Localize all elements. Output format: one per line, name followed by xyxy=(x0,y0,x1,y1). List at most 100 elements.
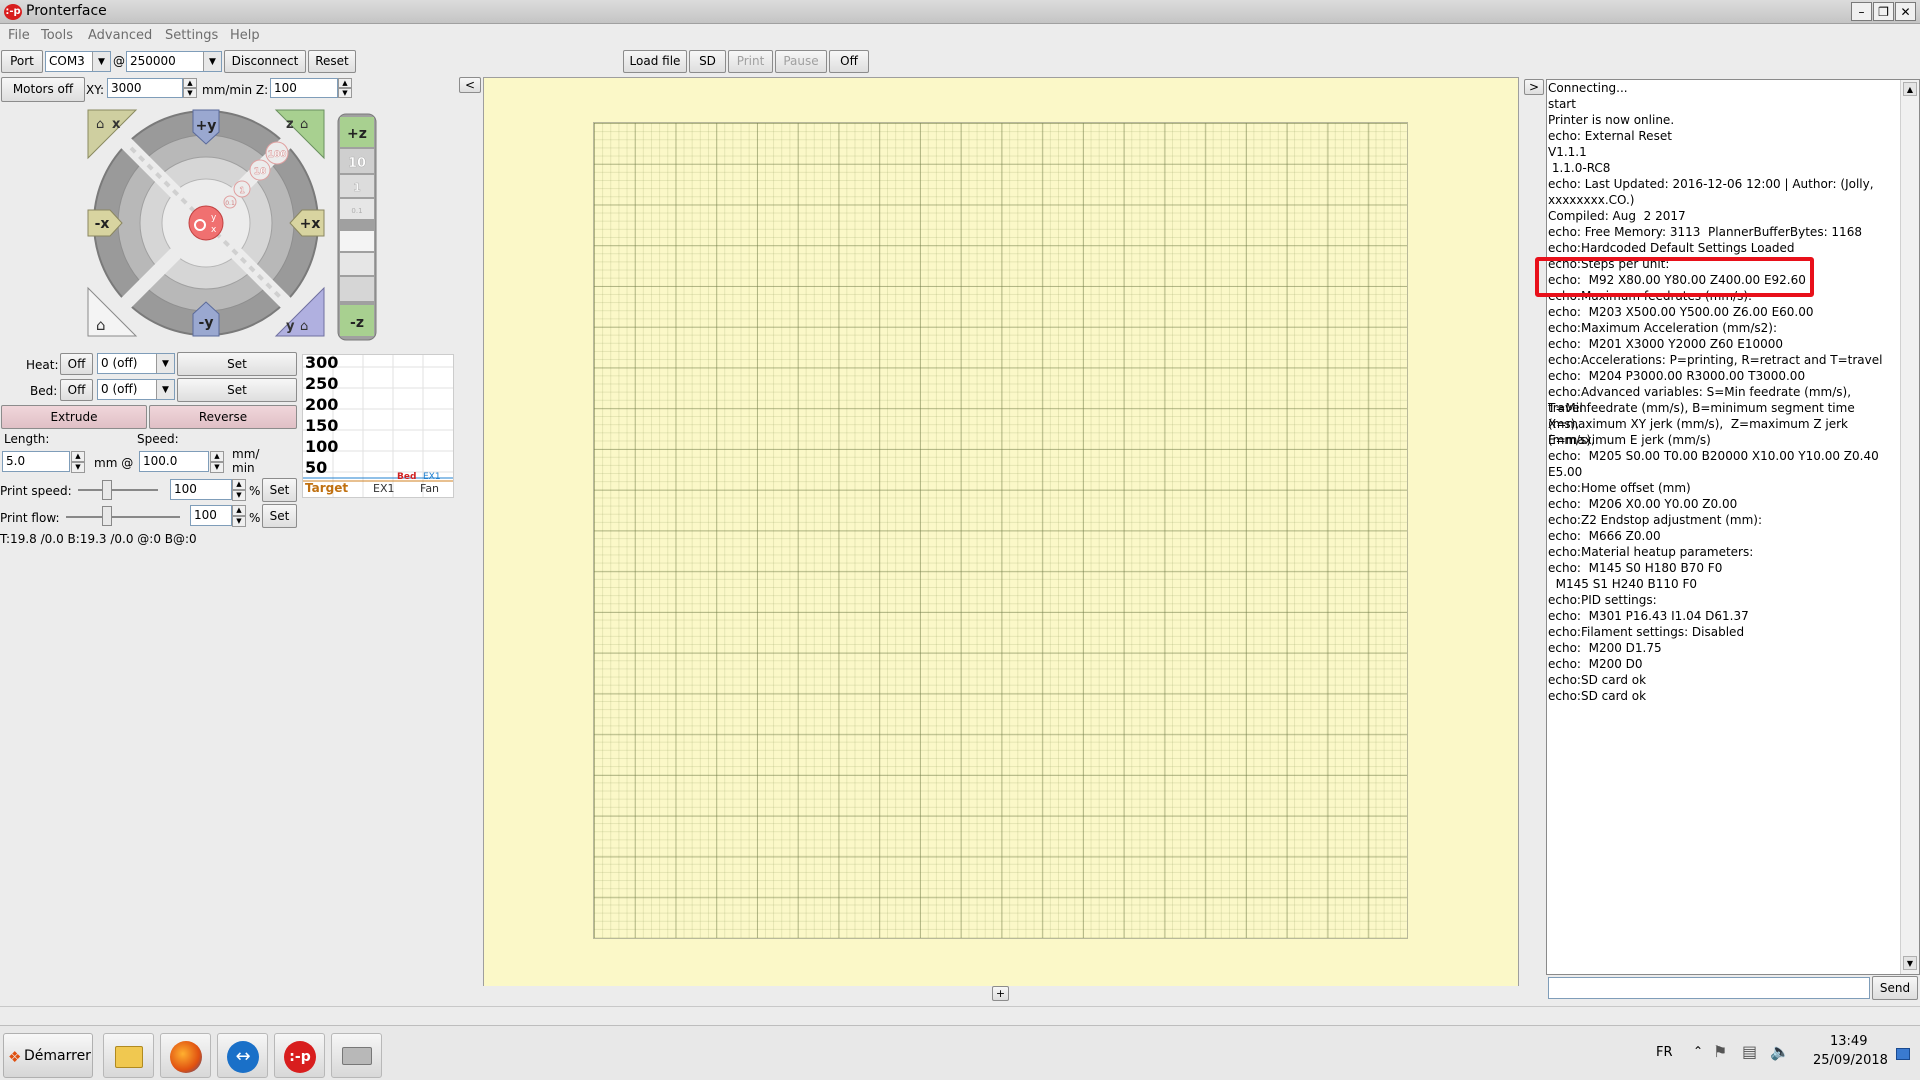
print-flow-input[interactable]: 100 xyxy=(190,505,232,526)
sd-button[interactable]: SD xyxy=(689,50,726,73)
command-input[interactable] xyxy=(1548,977,1870,999)
window-title: Pronterface xyxy=(26,3,107,19)
language-indicator[interactable]: FR xyxy=(1656,1045,1673,1060)
speed-input[interactable]: 100.0 xyxy=(139,451,209,472)
reset-button[interactable]: Reset xyxy=(308,50,356,73)
start-button[interactable]: ❖ Démarrer xyxy=(3,1033,93,1078)
print-flow-slider[interactable] xyxy=(66,516,180,518)
menu-advanced[interactable]: Advanced xyxy=(88,28,152,43)
console-line: echo: M201 X3000 Y2000 Z60 E10000 xyxy=(1548,337,1783,351)
z-speed-up[interactable]: ▲ xyxy=(338,78,352,88)
flag-icon[interactable]: ⚑ xyxy=(1713,1042,1727,1061)
collapse-left-button[interactable]: < xyxy=(459,77,481,93)
length-input[interactable]: 5.0 xyxy=(2,451,70,472)
print-speed-up[interactable]: ▲ xyxy=(232,479,246,490)
build-plate-canvas[interactable] xyxy=(483,77,1519,986)
console-scrollbar[interactable]: ▲ ▼ xyxy=(1900,80,1919,974)
temp-tick: 50 xyxy=(305,458,328,477)
z-speed-input[interactable]: 100 xyxy=(270,78,338,98)
printer-app-icon[interactable] xyxy=(331,1033,382,1078)
length-up[interactable]: ▲ xyxy=(71,451,85,462)
show-hidden-icons-icon[interactable]: ⌃ xyxy=(1693,1044,1703,1058)
at-symbol: @ xyxy=(113,54,125,68)
console-line: echo:Material heatup parameters: xyxy=(1548,545,1754,559)
print-flow-up[interactable]: ▲ xyxy=(232,505,246,516)
bed-select[interactable]: 0 (off) ▼ xyxy=(97,379,175,400)
collapse-right-button[interactable]: > xyxy=(1524,79,1544,95)
file-explorer-icon[interactable] xyxy=(103,1033,154,1078)
menu-settings[interactable]: Settings xyxy=(165,28,218,43)
add-object-button[interactable]: + xyxy=(992,986,1009,1001)
temp-tick: 150 xyxy=(305,416,339,435)
bed-off-button[interactable]: Off xyxy=(60,379,93,401)
clock-date[interactable]: 25/09/2018 xyxy=(1813,1053,1888,1068)
bed-set-button[interactable]: Set xyxy=(177,378,297,402)
heat-off-button[interactable]: Off xyxy=(60,353,93,375)
close-button[interactable]: ✕ xyxy=(1895,2,1916,21)
menu-file[interactable]: File xyxy=(8,28,30,43)
teamviewer-icon[interactable]: ↔ xyxy=(217,1033,268,1078)
console-line: echo: M206 X0.00 Y0.00 Z0.00 xyxy=(1548,497,1738,511)
print-speed-label: Print speed: xyxy=(0,484,72,498)
print-flow-set-button[interactable]: Set xyxy=(262,504,297,528)
menu-help[interactable]: Help xyxy=(230,28,260,43)
minimize-button[interactable]: – xyxy=(1851,2,1872,21)
heat-set-button[interactable]: Set xyxy=(177,352,297,376)
port-select[interactable]: COM3 ▼ xyxy=(45,51,111,72)
print-speed-unit: % xyxy=(249,484,261,498)
print-button[interactable]: Print xyxy=(728,50,773,73)
baud-select[interactable]: 250000 ▼ xyxy=(126,51,222,72)
xy-speed-value: 3000 xyxy=(111,81,142,95)
z-speed-down[interactable]: ▼ xyxy=(338,88,352,98)
print-speed-set-button[interactable]: Set xyxy=(262,478,297,502)
print-flow-slider-thumb[interactable] xyxy=(102,506,112,526)
firefox-icon[interactable] xyxy=(160,1033,211,1078)
print-speed-slider[interactable] xyxy=(78,489,158,491)
print-flow-down[interactable]: ▼ xyxy=(232,516,246,527)
chevron-down-icon[interactable]: ▼ xyxy=(92,52,110,71)
home-icon: ⌂ xyxy=(96,117,104,132)
speaker-icon[interactable]: 🔈 xyxy=(1770,1042,1790,1061)
pronterface-taskbar-icon[interactable]: :-p xyxy=(274,1033,325,1078)
reverse-button[interactable]: Reverse xyxy=(149,405,297,429)
menu-tools[interactable]: Tools xyxy=(41,28,73,43)
speed-down[interactable]: ▼ xyxy=(210,462,224,473)
off-button[interactable]: Off xyxy=(829,50,869,73)
restore-button[interactable]: ❐ xyxy=(1873,2,1894,21)
send-button[interactable]: Send xyxy=(1872,976,1918,1000)
port-button[interactable]: Port xyxy=(1,50,43,73)
temp-tick: 250 xyxy=(305,374,339,393)
pause-button[interactable]: Pause xyxy=(775,50,827,73)
scroll-down-icon[interactable]: ▼ xyxy=(1903,956,1917,970)
speed-up[interactable]: ▲ xyxy=(210,451,224,462)
xy-jog-control[interactable]: ⌂ x z ⌂ ⌂ y ⌂ +y -y -x +x 100 10 1 0.1 y… xyxy=(86,108,326,338)
center-y-label: y xyxy=(211,213,217,223)
xy-speed-down[interactable]: ▼ xyxy=(183,88,197,98)
clock-time[interactable]: 13:49 xyxy=(1830,1034,1867,1049)
xy-speed-up[interactable]: ▲ xyxy=(183,78,197,88)
xy-speed-input[interactable]: 3000 xyxy=(107,78,183,98)
legend-target: Target xyxy=(305,481,349,495)
chevron-down-icon[interactable]: ▼ xyxy=(156,380,174,399)
console-line: travel feedrate (mm/s), B=minimum segmen… xyxy=(1548,401,1859,431)
length-down[interactable]: ▼ xyxy=(71,462,85,473)
length-value: 5.0 xyxy=(6,454,26,468)
print-speed-input[interactable]: 100 xyxy=(170,479,232,500)
load-file-button[interactable]: Load file xyxy=(623,50,687,73)
heat-label: Heat: xyxy=(26,358,59,372)
show-desktop-icon[interactable] xyxy=(1896,1048,1910,1060)
print-speed-slider-thumb[interactable] xyxy=(102,480,112,500)
motors-off-button[interactable]: Motors off xyxy=(1,77,85,102)
print-speed-down[interactable]: ▼ xyxy=(232,490,246,501)
z-jog-control[interactable]: +z 10 1 0.1 -z xyxy=(336,113,378,341)
extrude-button[interactable]: Extrude xyxy=(1,405,147,429)
minus-z-label: -z xyxy=(350,315,364,331)
home-icon: ⌂ xyxy=(300,117,308,132)
network-icon[interactable]: ▤ xyxy=(1742,1042,1757,1061)
disconnect-button[interactable]: Disconnect xyxy=(224,50,306,73)
baud-value: 250000 xyxy=(130,54,176,68)
chevron-down-icon[interactable]: ▼ xyxy=(156,354,174,373)
heat-select[interactable]: 0 (off) ▼ xyxy=(97,353,175,374)
scroll-up-icon[interactable]: ▲ xyxy=(1903,82,1917,96)
chevron-down-icon[interactable]: ▼ xyxy=(203,52,221,71)
